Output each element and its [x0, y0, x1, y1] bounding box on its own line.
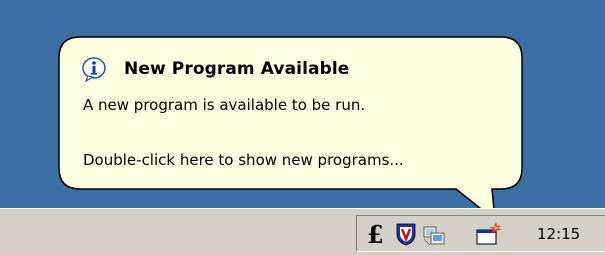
- network-computer-icon[interactable]: [421, 221, 447, 247]
- balloon-body[interactable]: New Program Available A new program is a…: [64, 38, 519, 188]
- currency-pound-icon[interactable]: £: [365, 220, 391, 249]
- system-tray: £ 12:15: [356, 215, 605, 252]
- taskbar: £ 12:15: [0, 208, 605, 255]
- svg-text:£: £: [367, 221, 384, 247]
- taskbar-clock[interactable]: 12:15: [537, 225, 580, 243]
- info-icon: [82, 56, 108, 83]
- balloon-action-hint: Double-click here to show new programs..…: [83, 151, 404, 169]
- balloon-header: New Program Available: [82, 56, 350, 83]
- balloon-title: New Program Available: [124, 59, 350, 79]
- antivirus-shield-icon[interactable]: [393, 221, 419, 247]
- balloon-message: A new program is available to be run.: [83, 96, 366, 114]
- new-program-icon[interactable]: [475, 221, 502, 247]
